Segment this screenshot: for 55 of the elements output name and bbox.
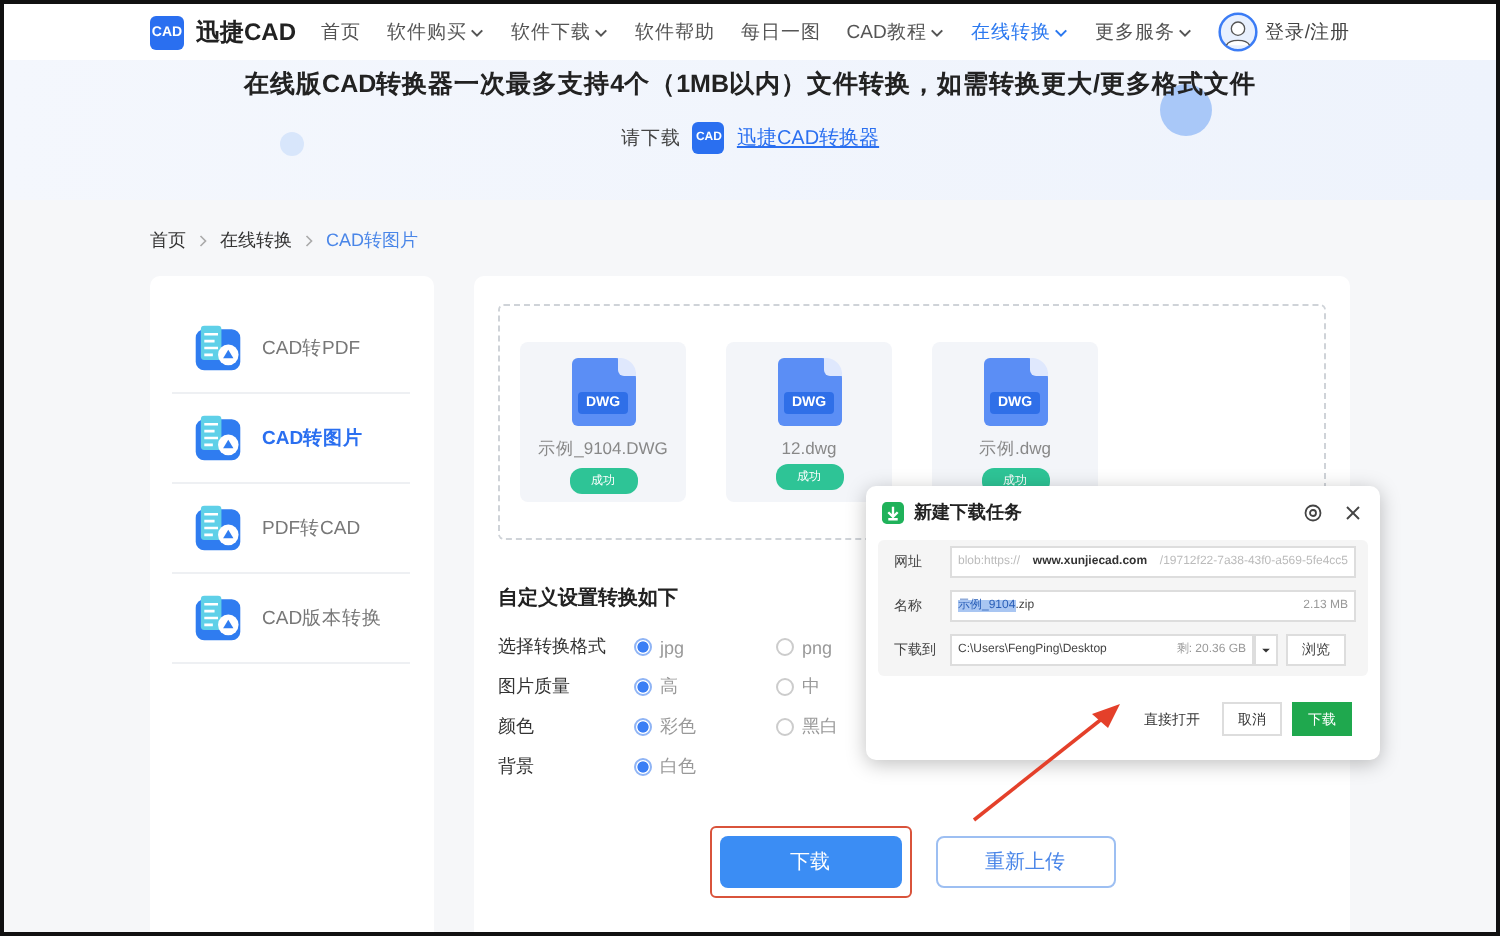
- breadcrumb-link[interactable]: 首页: [150, 227, 186, 253]
- logo-text[interactable]: 迅捷CAD: [196, 15, 296, 49]
- setting-label: 颜色: [498, 714, 536, 740]
- setting-label: 选择转换格式: [498, 634, 608, 660]
- nav-link[interactable]: 软件帮助: [634, 19, 715, 45]
- file-convert-icon[interactable]: [194, 324, 242, 372]
- banner-headline: 在线版CAD转换器一次最多支持4个（1MB以内）文件转换，如需转换更大/更多格式文件: [244, 68, 1256, 102]
- file-convert-icon[interactable]: [194, 504, 242, 552]
- dialog-title: 新建下载任务: [914, 500, 1024, 526]
- reupload-button[interactable]: 重新上传: [935, 836, 1115, 888]
- nav-link[interactable]: 软件购买: [386, 19, 485, 45]
- settings-title: 自定义设置转换如下: [498, 584, 678, 612]
- breadcrumb-link[interactable]: CAD转图片: [326, 227, 419, 253]
- file-name: 示例_9104.DWG: [538, 438, 668, 462]
- nav-link[interactable]: 软件下载: [510, 19, 609, 45]
- sidebar-item[interactable]: PDF转CAD: [262, 515, 361, 541]
- radio-button[interactable]: [776, 718, 794, 736]
- radio-button[interactable]: [634, 718, 652, 736]
- user-avatar-icon[interactable]: [1218, 12, 1259, 52]
- decorative-circle: [280, 132, 304, 156]
- radio-button[interactable]: [776, 638, 794, 656]
- setting-label: 背景: [498, 754, 536, 780]
- download-prompt: 请下载: [620, 125, 681, 151]
- breadcrumb-link[interactable]: 在线转换: [220, 227, 292, 253]
- app-download-link[interactable]: 迅捷CAD转换器: [736, 124, 880, 152]
- nav-link[interactable]: 在线转换: [970, 19, 1069, 45]
- radio-option[interactable]: 白色: [634, 754, 776, 780]
- sidebar-item[interactable]: CAD版本转换: [262, 605, 383, 631]
- radio-button[interactable]: [634, 638, 652, 656]
- nav-link[interactable]: 首页: [320, 19, 361, 45]
- login-link[interactable]: 登录/注册: [1264, 19, 1350, 45]
- radio-option[interactable]: 黑白: [776, 714, 918, 740]
- breadcrumb-separator-icon: [304, 233, 314, 247]
- radio-button[interactable]: [634, 678, 652, 696]
- file-name: 示例.dwg: [979, 438, 1051, 462]
- settings-icon[interactable]: [1304, 504, 1322, 522]
- radio-option[interactable]: 高: [634, 674, 776, 700]
- file-convert-icon[interactable]: [194, 414, 242, 462]
- download-icon: [882, 502, 904, 524]
- download-button[interactable]: 下载: [719, 836, 901, 888]
- sidebar-item[interactable]: CAD转PDF: [262, 335, 361, 361]
- file-convert-icon[interactable]: [194, 594, 242, 642]
- radio-option[interactable]: 彩色: [634, 714, 776, 740]
- file-name: 12.dwg: [781, 438, 837, 458]
- radio-button[interactable]: [634, 758, 652, 776]
- close-icon[interactable]: [1344, 504, 1362, 522]
- breadcrumb-separator-icon: [198, 233, 208, 247]
- radio-option[interactable]: jpg: [634, 637, 776, 657]
- radio-button[interactable]: [776, 678, 794, 696]
- sidebar-item[interactable]: CAD转图片: [262, 425, 364, 451]
- nav-link[interactable]: CAD教程: [846, 19, 945, 45]
- setting-label: 图片质量: [498, 674, 572, 700]
- radio-option[interactable]: 中: [776, 674, 918, 700]
- nav-link[interactable]: 更多服务: [1094, 19, 1193, 45]
- nav-link[interactable]: 每日一图: [740, 19, 821, 45]
